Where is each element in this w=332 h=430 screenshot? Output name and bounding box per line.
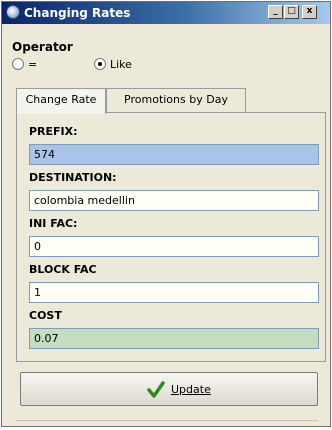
- radio-unchecked-icon: [12, 58, 24, 70]
- app-icon: [6, 5, 20, 19]
- tab-promotions-by-day[interactable]: Promotions by Day: [106, 88, 246, 112]
- change-rate-panel: PREFIX: DESTINATION: INI FAC: BLOCK FAC …: [16, 112, 326, 362]
- prefix-label: PREFIX:: [29, 125, 78, 138]
- update-button-label: Update: [171, 383, 211, 396]
- ini-fac-label: INI FAC:: [29, 217, 78, 230]
- title-bar[interactable]: Changing Rates _ □ x: [2, 2, 330, 24]
- changing-rates-window: Changing Rates _ □ x Operator = Like Cha…: [1, 1, 331, 427]
- prefix-input[interactable]: [29, 144, 319, 165]
- ini-fac-input[interactable]: [29, 236, 319, 257]
- block-fac-label: BLOCK FAC: [29, 263, 97, 276]
- update-button[interactable]: Update: [20, 372, 318, 406]
- maximize-button[interactable]: □: [284, 5, 299, 19]
- operator-label: Operator: [12, 40, 73, 54]
- cost-label: COST: [29, 309, 62, 322]
- bottom-divider: [16, 420, 318, 421]
- close-button[interactable]: x: [302, 5, 317, 19]
- radio-checked-icon: [94, 58, 106, 70]
- cost-input[interactable]: [29, 328, 319, 349]
- minimize-button[interactable]: _: [268, 5, 283, 19]
- destination-label: DESTINATION:: [29, 171, 117, 184]
- destination-input[interactable]: [29, 190, 319, 211]
- operator-equals-label: =: [28, 58, 38, 71]
- tab-change-rate[interactable]: Change Rate: [16, 88, 106, 114]
- check-icon: [147, 381, 165, 398]
- window-title: Changing Rates: [24, 6, 131, 20]
- operator-like-label: Like: [110, 58, 132, 71]
- block-fac-input[interactable]: [29, 282, 319, 303]
